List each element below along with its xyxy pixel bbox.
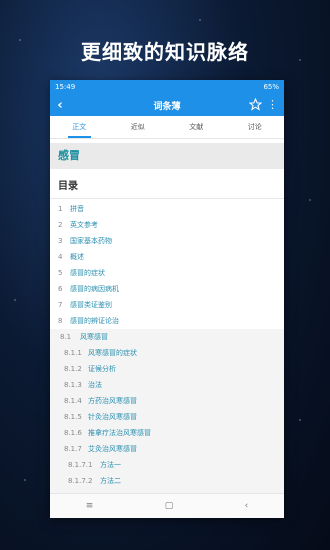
toc-item-number: 5 bbox=[58, 269, 63, 277]
toc-item[interactable]: 8.1.2 证候分析 bbox=[50, 361, 284, 377]
toc-item[interactable]: 2 英文参考 bbox=[50, 217, 284, 233]
tab-bar: 正文 近似 文献 讨论 bbox=[50, 116, 284, 139]
toc-item-label: 概述 bbox=[70, 253, 84, 261]
toc-item-label: 英文参考 bbox=[70, 221, 98, 229]
toc-item-label: 感冒的辨证论治 bbox=[70, 317, 119, 325]
toc-item-number: 8.1.7.1 bbox=[68, 461, 93, 469]
tab-main-text[interactable]: 正文 bbox=[50, 116, 109, 138]
toc-item-number: 8.1 bbox=[60, 333, 72, 341]
toc-item-number: 8.1.2 bbox=[64, 365, 82, 373]
toc-item-label: 艾灸治风寒感冒 bbox=[88, 445, 137, 453]
toc-item-label: 针灸治风寒感冒 bbox=[88, 413, 137, 421]
toc-item-label: 推拿疗法治风寒感冒 bbox=[88, 429, 151, 437]
toc-item[interactable]: 8.1.1 风寒感冒的症状 bbox=[50, 345, 284, 361]
toc-item-label: 治法 bbox=[88, 381, 102, 389]
toc-item-number: 7 bbox=[58, 301, 63, 309]
toc-item[interactable]: 1 拼音 bbox=[50, 201, 284, 217]
toc-item[interactable]: 5 感冒的症状 bbox=[50, 265, 284, 281]
phone-screen: 15:49 65% ‹ 词条薄 ⋮ 正文 近似 文献 讨论 感冒 目录 1 拼音 2… bbox=[50, 80, 284, 518]
app-bar: ‹ 词条薄 ⋮ bbox=[50, 94, 284, 116]
status-time: 15:49 bbox=[55, 83, 76, 91]
toc-item[interactable]: 4 概述 bbox=[50, 249, 284, 265]
toc-item-label: 感冒类证鉴别 bbox=[70, 301, 112, 309]
back-icon[interactable]: ‹ bbox=[245, 501, 249, 511]
toc-item-label: 风寒感冒 bbox=[80, 333, 108, 341]
toc-item[interactable]: 8.1.7.1 方法一 bbox=[50, 457, 284, 473]
toc-item-number: 3 bbox=[58, 237, 63, 245]
toc-heading: 目录 bbox=[50, 169, 284, 199]
toc-item[interactable]: 8.1 风寒感冒 bbox=[50, 329, 284, 345]
toc-item-label: 方法二 bbox=[100, 477, 121, 485]
toc-item-number: 2 bbox=[58, 221, 63, 229]
toc-item[interactable]: 8.1.5 针灸治风寒感冒 bbox=[50, 409, 284, 425]
toc-item[interactable]: 7 感冒类证鉴别 bbox=[50, 297, 284, 313]
toc-item[interactable]: 3 国家基本药物 bbox=[50, 233, 284, 249]
toc-item-label: 方药治风寒感冒 bbox=[88, 397, 137, 405]
toc-item[interactable]: 8.1.7 艾灸治风寒感冒 bbox=[50, 441, 284, 457]
status-battery: 65% bbox=[263, 83, 279, 91]
toc-item-number: 1 bbox=[58, 205, 63, 213]
toc-item[interactable]: 8 感冒的辨证论治 bbox=[50, 313, 284, 329]
toc-item-number: 8.1.6 bbox=[64, 429, 82, 437]
toc-item-number: 8.1.7.2 bbox=[68, 477, 93, 485]
toc-item-number: 6 bbox=[58, 285, 63, 293]
toc-item-label: 感冒的症状 bbox=[70, 269, 105, 277]
toc-item[interactable]: 8.1.7.2 方法二 bbox=[50, 473, 284, 489]
toc-item-label: 证候分析 bbox=[88, 365, 116, 373]
toc-item-label: 拼音 bbox=[70, 205, 84, 213]
tab-similar[interactable]: 近似 bbox=[109, 116, 168, 138]
toc-list: 1 拼音 2 英文参考 3 国家基本药物 4 概述 5 感冒的症状 6 感冒的病因病机 7 感冒类证鉴别 8… bbox=[50, 199, 284, 505]
status-bar: 15:49 65% bbox=[50, 80, 284, 94]
toc-item-label: 方法一 bbox=[100, 461, 121, 469]
toc-item-number: 8.1.5 bbox=[64, 413, 82, 421]
toc-item-label: 风寒感冒的症状 bbox=[88, 349, 137, 357]
home-icon[interactable]: ▢ bbox=[165, 501, 174, 511]
promo-headline: 更细致的知识脉络 bbox=[81, 40, 249, 64]
toc-item[interactable]: 8.1.3 治法 bbox=[50, 377, 284, 393]
toc-item-number: 8.1.7 bbox=[64, 445, 82, 453]
entry-title: 感冒 bbox=[50, 143, 284, 169]
system-nav-bar: ≡ ▢ ‹ bbox=[50, 493, 284, 518]
favorite-star-icon[interactable] bbox=[249, 98, 262, 111]
toc-item-number: 8 bbox=[58, 317, 63, 325]
toc-item[interactable]: 8.1.6 推拿疗法治风寒感冒 bbox=[50, 425, 284, 441]
more-vert-icon[interactable]: ⋮ bbox=[267, 97, 278, 113]
toc-item[interactable]: 8.1.4 方药治风寒感冒 bbox=[50, 393, 284, 409]
toc-item-number: 4 bbox=[58, 253, 63, 261]
tab-literature[interactable]: 文献 bbox=[167, 116, 226, 138]
toc-item[interactable]: 6 感冒的病因病机 bbox=[50, 281, 284, 297]
back-arrow-icon[interactable]: ‹ bbox=[50, 98, 70, 113]
tab-discussion[interactable]: 讨论 bbox=[226, 116, 285, 138]
toc-item-number: 8.1.1 bbox=[64, 349, 82, 357]
menu-icon[interactable]: ≡ bbox=[86, 501, 94, 511]
toc-item-number: 8.1.4 bbox=[64, 397, 82, 405]
toc-item-number: 8.1.3 bbox=[64, 381, 82, 389]
toc-item-label: 感冒的病因病机 bbox=[70, 285, 119, 293]
toc-item-label: 国家基本药物 bbox=[70, 237, 112, 245]
